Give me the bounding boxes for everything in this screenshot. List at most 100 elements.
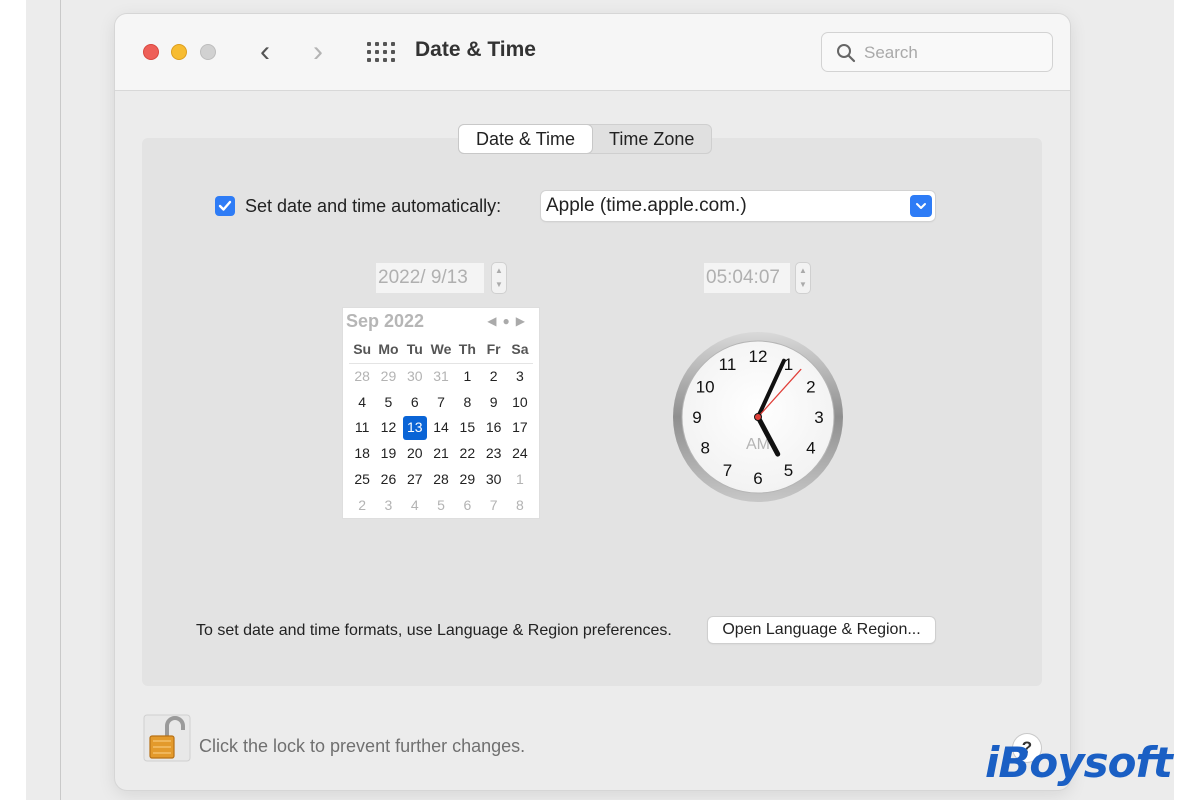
open-language-region-button[interactable]: Open Language & Region... xyxy=(708,617,935,643)
auto-time-label: Set date and time automatically: xyxy=(245,195,502,216)
calendar-day[interactable]: 20 xyxy=(402,441,428,467)
calendar-day[interactable]: 26 xyxy=(375,467,401,493)
calendar-day[interactable]: 25 xyxy=(349,467,375,493)
auto-time-row: Set date and time automatically: xyxy=(215,194,501,218)
calendar-day[interactable]: 17 xyxy=(507,415,533,441)
calendar-day[interactable]: 30 xyxy=(480,467,506,493)
chevron-down-icon[interactable] xyxy=(910,195,932,217)
calendar-day[interactable]: 31 xyxy=(428,364,454,390)
calendar-today-icon[interactable]: ● xyxy=(503,314,516,328)
search-field[interactable] xyxy=(821,32,1053,72)
formats-label: To set date and time formats, use Langua… xyxy=(196,622,672,639)
clock-number: 5 xyxy=(784,461,793,480)
calendar-day[interactable]: 5 xyxy=(375,390,401,416)
zoom-window-button[interactable] xyxy=(200,44,216,60)
calendar-day[interactable]: 23 xyxy=(480,441,506,467)
calendar-day[interactable]: 8 xyxy=(507,493,533,519)
calendar-day[interactable]: 19 xyxy=(375,441,401,467)
calendar-day[interactable]: 2 xyxy=(349,493,375,519)
weekday-header: Sa xyxy=(506,338,534,364)
calendar-day[interactable]: 8 xyxy=(454,390,480,416)
time-server-select[interactable]: Apple (time.apple.com.) xyxy=(541,191,935,221)
calendar-day-selected[interactable]: 13 xyxy=(402,416,427,441)
clock-number: 9 xyxy=(692,408,701,427)
analog-clock: 12 12 3 45 6 78 9 1011 AM xyxy=(673,332,843,502)
calendar-day[interactable]: 16 xyxy=(480,415,506,441)
calendar-day[interactable]: 24 xyxy=(507,441,533,467)
calendar-grid: Su Mo Tu We Th Fr Sa 28 29 30 31 1 2 3 4 5 6 7 8 9 10 11 12 13 1… xyxy=(349,338,534,519)
calendar-day[interactable]: 1 xyxy=(507,467,533,493)
calendar-prev-icon[interactable]: ◀ xyxy=(487,314,502,328)
date-field[interactable]: 2022/ 9/13 xyxy=(376,263,484,293)
grid-icon[interactable] xyxy=(367,42,395,62)
time-field[interactable]: 05:04:07 xyxy=(704,263,790,293)
close-window-button[interactable] xyxy=(143,44,159,60)
clock-number: 11 xyxy=(719,355,737,374)
auto-time-checkbox[interactable] xyxy=(215,196,235,216)
calendar-day[interactable]: 30 xyxy=(402,364,428,390)
clock-number: 2 xyxy=(806,378,815,397)
calendar: Sep 2022 ◀●▶ Su Mo Tu We Th Fr Sa 28 29 30 31 1 2 3 4 5… xyxy=(343,308,539,518)
clock-number: 12 xyxy=(749,347,768,366)
checkmark-icon xyxy=(218,200,232,211)
calendar-day[interactable]: 29 xyxy=(454,467,480,493)
date-stepper[interactable]: ▲ ▼ xyxy=(491,262,507,294)
calendar-day[interactable]: 3 xyxy=(507,364,533,390)
calendar-day[interactable]: 4 xyxy=(349,390,375,416)
stepper-up-icon[interactable]: ▲ xyxy=(799,266,807,276)
calendar-next-icon[interactable]: ▶ xyxy=(516,314,531,328)
clock-number: 10 xyxy=(696,378,715,397)
calendar-day[interactable]: 28 xyxy=(428,467,454,493)
weekday-header: We xyxy=(427,338,455,364)
calendar-day[interactable]: 6 xyxy=(454,493,480,519)
date-time-preferences-window: ‹ › Date & Time Date & Time Time Zone Se… xyxy=(115,14,1070,790)
stepper-up-icon[interactable]: ▲ xyxy=(495,266,503,276)
calendar-day[interactable]: 3 xyxy=(375,493,401,519)
clock-number: 4 xyxy=(806,439,815,458)
background-divider xyxy=(60,0,61,800)
calendar-month-label: Sep 2022 xyxy=(346,311,425,331)
calendar-day[interactable]: 4 xyxy=(402,493,428,519)
calendar-day[interactable]: 22 xyxy=(454,441,480,467)
tab-date-time[interactable]: Date & Time xyxy=(459,125,593,153)
chevron-right-icon[interactable]: › xyxy=(313,37,323,67)
calendar-day[interactable]: 21 xyxy=(428,441,454,467)
calendar-day[interactable]: 10 xyxy=(507,390,533,416)
stepper-down-icon[interactable]: ▼ xyxy=(799,280,807,290)
lock-label: Click the lock to prevent further change… xyxy=(199,736,526,756)
calendar-day[interactable]: 18 xyxy=(349,441,375,467)
calendar-day[interactable]: 11 xyxy=(349,415,375,441)
calendar-day[interactable]: 28 xyxy=(349,364,375,390)
weekday-header: Tu xyxy=(401,338,428,364)
calendar-day[interactable]: 27 xyxy=(402,467,428,493)
calendar-day[interactable]: 2 xyxy=(480,364,506,390)
calendar-day[interactable]: 7 xyxy=(480,493,506,519)
stepper-down-icon[interactable]: ▼ xyxy=(495,280,503,290)
clock-number: 3 xyxy=(814,408,823,427)
weekday-header: Th xyxy=(454,338,481,364)
clock-center xyxy=(754,413,762,421)
calendar-day[interactable]: 12 xyxy=(375,415,401,441)
weekday-header: Mo xyxy=(375,338,402,364)
calendar-day[interactable]: 6 xyxy=(402,390,428,416)
calendar-day[interactable]: 14 xyxy=(428,415,454,441)
calendar-day[interactable]: 15 xyxy=(454,415,480,441)
search-input[interactable] xyxy=(864,41,1044,65)
clock-number: 6 xyxy=(753,469,762,488)
calendar-day[interactable]: 9 xyxy=(480,390,506,416)
clock-period: AM xyxy=(746,436,770,453)
tab-time-zone[interactable]: Time Zone xyxy=(592,125,711,153)
formats-row: To set date and time formats, use Langua… xyxy=(196,618,672,644)
time-stepper[interactable]: ▲ ▼ xyxy=(795,262,811,294)
minimize-window-button[interactable] xyxy=(171,44,187,60)
chevron-left-icon[interactable]: ‹ xyxy=(260,37,270,67)
calendar-day[interactable]: 5 xyxy=(428,493,454,519)
calendar-day[interactable]: 29 xyxy=(375,364,401,390)
calendar-day[interactable]: 7 xyxy=(428,390,454,416)
weekday-header: Fr xyxy=(480,338,507,364)
window-title: Date & Time xyxy=(415,38,536,61)
time-server-value: Apple (time.apple.com.) xyxy=(546,195,747,216)
clock-number: 1 xyxy=(784,355,793,374)
calendar-day[interactable]: 1 xyxy=(454,364,480,390)
lock-icon[interactable] xyxy=(143,714,191,762)
